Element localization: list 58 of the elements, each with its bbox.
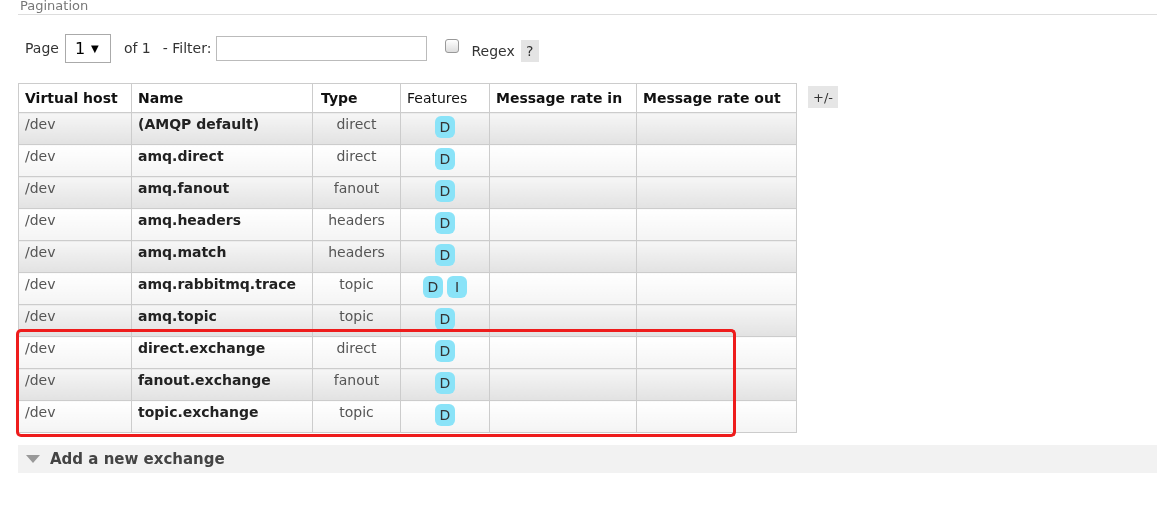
column-header: Name [131, 83, 313, 113]
exchange-name-link[interactable]: amq.rabbitmq.trace [131, 272, 313, 305]
type-cell: direct [312, 112, 401, 145]
exchange-name-link[interactable]: topic.exchange [131, 400, 313, 433]
exchange-name-link[interactable]: amq.direct [131, 144, 313, 177]
regex-label: Regex [471, 43, 515, 59]
section-title: Pagination [20, 0, 89, 13]
column-header: Message rate out [636, 83, 797, 113]
vhost-cell: /dev [18, 176, 132, 209]
vhost-cell: /dev [18, 112, 132, 145]
filter-field[interactable] [216, 35, 428, 61]
vhost-cell: /dev [18, 144, 132, 177]
page-count: of 1 [123, 40, 151, 56]
exchange-name-link[interactable]: amq.fanout [131, 176, 313, 209]
vhost-cell: /dev [18, 240, 132, 273]
column-header: Type [312, 83, 401, 113]
vhost-cell: /dev [18, 272, 132, 305]
exchange-name-link[interactable]: fanout.exchange [131, 368, 313, 401]
type-cell: headers [312, 208, 401, 241]
page-label: Page [25, 40, 59, 56]
exchange-name-link[interactable]: direct.exchange [131, 336, 313, 369]
feature-badge: D [435, 116, 455, 138]
feature-badge: D [435, 308, 455, 330]
page-select[interactable]: 1 ▼ [64, 33, 111, 63]
feature-badge: D [435, 148, 455, 170]
feature-badge: D [435, 372, 455, 394]
caret-icon: ▼ [91, 42, 99, 54]
help-button[interactable]: ? [520, 40, 539, 62]
feature-badge: D [435, 180, 455, 202]
regex-checkbox[interactable] [445, 39, 460, 53]
column-header: Virtual host [18, 83, 132, 113]
feature-badge: I [447, 276, 467, 298]
column-header: Features [400, 83, 490, 113]
add-exchange-header[interactable]: Add a new exchange [18, 445, 1157, 473]
type-cell: topic [312, 400, 401, 433]
columns-toggle-button[interactable]: +/- [808, 86, 838, 108]
feature-badge: D [423, 276, 443, 298]
filter-label: - Filter: [162, 40, 212, 56]
column-header: Message rate in [489, 83, 637, 113]
feature-badge: D [435, 404, 455, 426]
vhost-cell: /dev [18, 336, 132, 369]
exchange-name-link[interactable]: amq.match [131, 240, 313, 273]
vhost-cell: /dev [18, 400, 132, 433]
add-exchange-title: Add a new exchange [50, 450, 225, 468]
exchange-name-link[interactable]: (AMQP default) [131, 112, 313, 145]
type-cell: headers [312, 240, 401, 273]
triangle-icon [26, 455, 40, 463]
exchange-name-link[interactable]: amq.headers [131, 208, 313, 241]
feature-badge: D [435, 212, 455, 234]
type-cell: fanout [312, 368, 401, 401]
type-cell: direct [312, 144, 401, 177]
vhost-cell: /dev [18, 368, 132, 401]
feature-badge: D [435, 340, 455, 362]
type-cell: direct [312, 336, 401, 369]
vhost-cell: /dev [18, 208, 132, 241]
type-cell: topic [312, 272, 401, 305]
feature-badge: D [435, 244, 455, 266]
type-cell: fanout [312, 176, 401, 209]
